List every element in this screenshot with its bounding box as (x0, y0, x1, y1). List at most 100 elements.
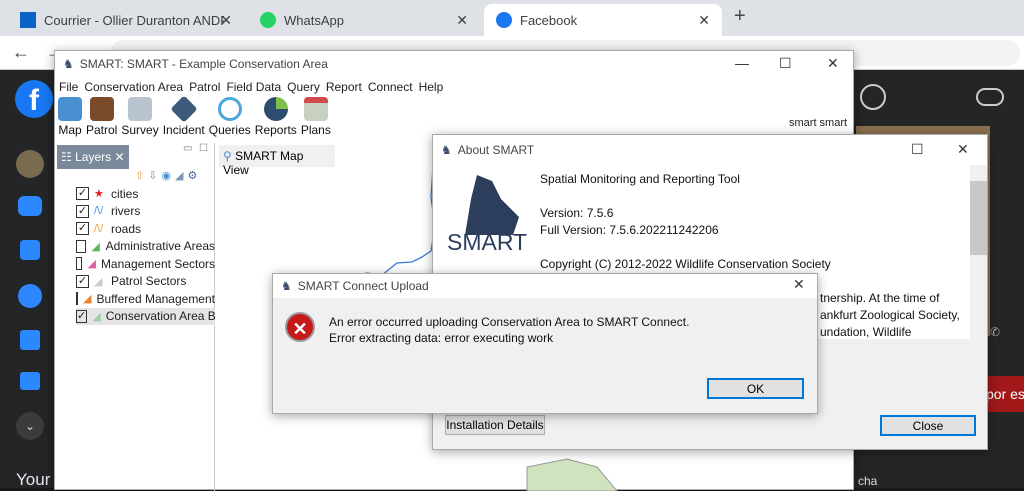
back-icon[interactable]: ← (12, 42, 30, 63)
properties-icon[interactable]: ⚙ (188, 169, 198, 182)
maximize-view-button[interactable]: ☐ (199, 143, 208, 154)
move-up-icon[interactable]: ⇧ (135, 169, 144, 182)
outlook-icon (20, 12, 36, 28)
close-icon[interactable]: ✕ (114, 150, 124, 164)
menu-patrol[interactable]: Patrol (189, 80, 220, 94)
banner: por est (984, 376, 1024, 412)
toolbar-patrol[interactable]: Patrol (86, 97, 117, 137)
toolbar-plans[interactable]: Plans (301, 97, 331, 137)
layer-name: cities (111, 186, 139, 201)
toolbar-incident[interactable]: Incident (163, 95, 205, 137)
smart-logo-icon: ♞ (441, 143, 452, 157)
whatsapp-icon (260, 12, 276, 28)
menu-report[interactable]: Report (326, 80, 362, 94)
watch-icon[interactable] (20, 372, 40, 390)
title-bar: ♞ SMART Connect Upload (273, 274, 817, 298)
layer-name: Buffered Management (96, 291, 215, 306)
phone-icon[interactable]: ✆ (990, 325, 1000, 339)
map-icon (58, 97, 82, 121)
see-more-icon[interactable]: ⌄ (16, 412, 44, 440)
opacity-icon[interactable]: ◢ (175, 169, 183, 182)
menu-query[interactable]: Query (287, 80, 320, 94)
minimize-button[interactable]: — (735, 55, 749, 71)
dialog-title: SMART Connect Upload (297, 279, 429, 293)
layer-type-icon: ◢ (94, 275, 103, 288)
layer-name: Conservation Area Bo (105, 309, 215, 324)
close-button[interactable]: ✕ (957, 141, 969, 158)
close-button[interactable]: ✕ (793, 276, 805, 293)
layer-item[interactable]: ✓ /\/ roads (76, 220, 215, 238)
menu-bar: File Conservation Area Patrol Field Data Que… (59, 80, 449, 94)
maximize-button[interactable]: ☐ (779, 55, 792, 72)
close-button[interactable]: ✕ (827, 55, 839, 72)
close-icon[interactable]: ✕ (698, 12, 710, 29)
layer-item[interactable]: ◢ Administrative Areas (76, 238, 215, 256)
layer-checkbox[interactable] (76, 257, 83, 271)
menu-connect[interactable]: Connect (368, 80, 413, 94)
marketplace-icon[interactable] (20, 330, 40, 350)
tab-whatsapp[interactable]: WhatsApp ✕ (248, 4, 480, 36)
layer-item[interactable]: ◢ Buffered Management (76, 290, 215, 308)
conservation-area-shape (526, 458, 618, 491)
menu-file[interactable]: File (59, 80, 78, 94)
error-line-1: An error occurred uploading Conservation… (329, 315, 690, 329)
tab-layers[interactable]: ☷ Layers ✕ (57, 145, 129, 169)
toolbar-survey[interactable]: Survey (121, 97, 159, 137)
installation-details-button[interactable]: Installation Details (445, 415, 545, 435)
new-tab-button[interactable]: + (734, 5, 746, 28)
layer-type-icon: ◢ (92, 310, 101, 323)
layer-item[interactable]: ✓ ★ cities (76, 185, 215, 203)
layer-item[interactable]: ◢ Management Sectors (76, 255, 215, 273)
layer-checkbox[interactable]: ✓ (76, 187, 89, 201)
tab-outlook[interactable]: Courrier - Ollier Duranton ANDRE ✕ (8, 4, 244, 36)
layer-type-icon: /\/ (94, 205, 104, 218)
layer-checkbox[interactable]: ✓ (76, 222, 89, 236)
layer-checkbox[interactable] (76, 239, 87, 253)
menu-conservation-area[interactable]: Conservation Area (84, 80, 183, 94)
toolbar-map[interactable]: Map (58, 97, 82, 137)
layer-checkbox[interactable]: ✓ (76, 309, 88, 323)
ok-button[interactable]: OK (707, 378, 804, 399)
clipboard-icon (128, 97, 153, 121)
magnifier-icon (217, 97, 242, 121)
layer-checkbox[interactable]: ✓ (76, 204, 89, 218)
layer-name: roads (111, 221, 142, 236)
move-down-icon[interactable]: ⇩ (148, 169, 157, 182)
toolbar: Map Patrol Survey Incident Queries Repor… (58, 95, 335, 137)
groups-icon[interactable] (860, 84, 886, 110)
friends-icon[interactable] (18, 196, 42, 216)
pie-chart-icon (263, 97, 288, 121)
facebook-logo[interactable]: f (15, 80, 53, 118)
scrollbar[interactable] (970, 165, 987, 339)
memories-icon[interactable] (20, 240, 40, 260)
close-dialog-button[interactable]: Close (880, 415, 976, 436)
groups-icon[interactable] (18, 284, 42, 308)
smart-leopard-logo (465, 175, 519, 235)
menu-help[interactable]: Help (419, 80, 444, 94)
layer-checkbox[interactable] (76, 292, 78, 306)
map-pin-icon: ⚲ (223, 149, 236, 163)
partial-text: cha (858, 474, 878, 488)
layers-panel: ☷ Layers ✕ ▭ ☐ ⇧ ⇩ ◉ ◢ ⚙ ✓ ★ cities ✓/\/rivers ✓… (55, 143, 215, 491)
style-icon[interactable]: ◉ (161, 169, 171, 182)
layer-type-icon: /\/ (94, 222, 104, 235)
layer-checkbox[interactable]: ✓ (76, 274, 89, 288)
close-icon[interactable]: ✕ (456, 12, 468, 29)
minimize-view-button[interactable]: ▭ (183, 143, 192, 154)
layer-item[interactable]: ✓ ◢ Conservation Area Bo (76, 307, 215, 325)
layer-item[interactable]: ✓ /\/ rivers (76, 203, 215, 221)
layer-item[interactable]: ✓ ◢ Patrol Sectors (76, 273, 215, 291)
gaming-icon[interactable] (976, 88, 1004, 106)
profile-name: smart smart (789, 117, 848, 129)
maximize-button[interactable]: ☐ (911, 141, 924, 158)
footprints-icon (89, 97, 114, 121)
toolbar-queries[interactable]: Queries (209, 97, 251, 137)
close-icon[interactable]: ✕ (220, 12, 232, 29)
avatar[interactable] (16, 150, 44, 178)
tab-facebook[interactable]: Facebook ✕ (484, 4, 722, 36)
menu-field-data[interactable]: Field Data (226, 80, 281, 94)
tab-smart-map-view[interactable]: ⚲ SMART Map View (219, 145, 335, 177)
toolbar-reports[interactable]: Reports (255, 97, 297, 137)
incident-icon (170, 95, 198, 123)
browser-tab-bar: Courrier - Ollier Duranton ANDRE ✕ WhatsA… (0, 0, 1024, 36)
